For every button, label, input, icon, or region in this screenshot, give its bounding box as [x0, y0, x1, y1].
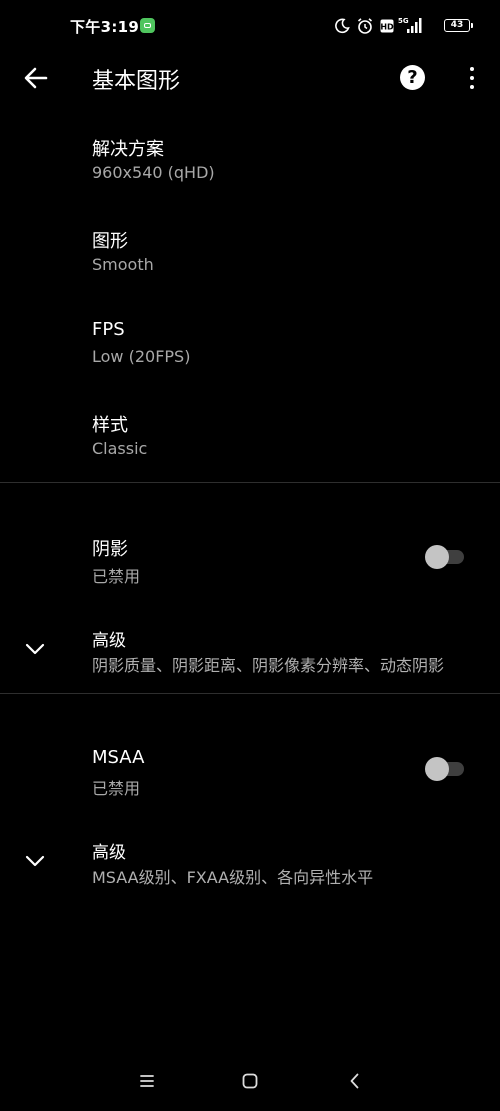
home-icon[interactable]	[239, 1070, 261, 1092]
advanced-summary: 阴影质量、阴影距离、阴影像素分辨率、动态阴影	[92, 656, 445, 675]
setting-shadow[interactable]: 阴影 已禁用	[0, 526, 500, 606]
chevron-down-icon	[25, 643, 45, 655]
back-icon[interactable]	[344, 1070, 366, 1092]
notification-icon	[140, 18, 155, 33]
hd-icon: HD	[380, 19, 394, 33]
more-vert-icon[interactable]	[462, 65, 482, 91]
status-icons: HD 5G 43	[334, 16, 473, 38]
setting-title: FPS	[92, 319, 125, 340]
setting-title: 阴影	[92, 539, 128, 560]
setting-state: 已禁用	[92, 779, 141, 798]
page-title: 基本图形	[92, 69, 181, 94]
svg-text:HD: HD	[380, 22, 394, 31]
shadow-toggle[interactable]	[424, 545, 466, 569]
svg-text:5G: 5G	[398, 17, 409, 25]
setting-title: MSAA	[92, 747, 145, 768]
alarm-icon	[357, 18, 373, 34]
setting-value: Classic	[92, 439, 148, 458]
battery-level: 43	[450, 20, 464, 30]
setting-msaa[interactable]: MSAA 已禁用	[0, 738, 500, 818]
setting-fps[interactable]: FPS Low (20FPS)	[0, 312, 500, 392]
status-bar: 下午3:19 HD 5G 43	[0, 0, 500, 56]
setting-title: 图形	[92, 231, 128, 252]
toggle-thumb	[425, 545, 449, 569]
setting-title: 解决方案	[92, 139, 164, 160]
setting-state: 已禁用	[92, 567, 141, 586]
msaa-toggle[interactable]	[424, 757, 466, 781]
section-divider	[0, 482, 500, 483]
status-time: 下午3:19	[70, 18, 140, 36]
5g-signal-icon: 5G	[398, 17, 422, 33]
setting-title: 样式	[92, 415, 128, 436]
screen: 下午3:19 HD 5G 43 基本图形 ? 解决方案 960x540 (qHD…	[0, 0, 500, 1111]
moon-icon	[335, 18, 350, 34]
setting-graphics[interactable]: 图形 Smooth	[0, 220, 500, 300]
shadow-advanced[interactable]: 高级 阴影质量、阴影距离、阴影像素分辨率、动态阴影	[0, 618, 500, 688]
setting-value: Smooth	[92, 255, 154, 274]
help-icon[interactable]: ?	[400, 65, 425, 90]
menu-icon[interactable]	[136, 1070, 158, 1092]
setting-style[interactable]: 样式 Classic	[0, 404, 500, 484]
battery-icon: 43	[444, 19, 473, 32]
advanced-title: 高级	[92, 843, 126, 863]
setting-value: 960x540 (qHD)	[92, 163, 215, 182]
setting-resolution[interactable]: 解决方案 960x540 (qHD)	[0, 128, 500, 208]
setting-value: Low (20FPS)	[92, 347, 191, 366]
advanced-summary: MSAA级别、FXAA级别、各向异性水平	[92, 868, 374, 887]
section-divider	[0, 693, 500, 694]
system-nav-bar	[0, 1056, 500, 1106]
chevron-down-icon	[25, 855, 45, 867]
app-bar: 基本图形 ?	[0, 56, 500, 100]
msaa-advanced[interactable]: 高级 MSAA级别、FXAA级别、各向异性水平	[0, 830, 500, 900]
toggle-thumb	[425, 757, 449, 781]
back-arrow-icon[interactable]	[22, 64, 50, 92]
advanced-title: 高级	[92, 631, 126, 651]
